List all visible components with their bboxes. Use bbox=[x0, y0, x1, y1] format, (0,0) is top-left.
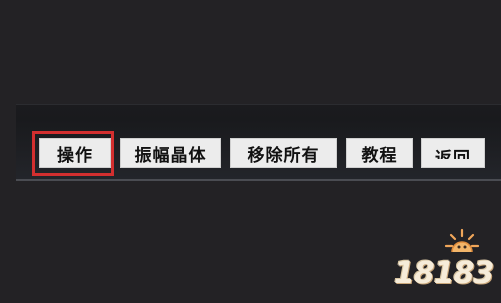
amplitude-crystal-button-label: 振幅晶体 bbox=[134, 145, 207, 166]
remove-all-button-label: 移除所有 bbox=[247, 145, 320, 166]
back-button-label: 返回 bbox=[435, 148, 471, 168]
operation-button-label: 操作 bbox=[57, 145, 93, 166]
remove-all-button[interactable]: 移除所有 bbox=[230, 138, 337, 168]
watermark-text: 18183 bbox=[394, 256, 494, 291]
operation-button[interactable]: 操作 bbox=[39, 138, 111, 168]
tutorial-button[interactable]: 教程 bbox=[346, 138, 413, 168]
back-button[interactable]: 返回 bbox=[421, 138, 485, 168]
watermark-logo: 18183 bbox=[394, 226, 494, 292]
tutorial-button-label: 教程 bbox=[361, 145, 398, 166]
amplitude-crystal-button[interactable]: 振幅晶体 bbox=[120, 138, 221, 168]
